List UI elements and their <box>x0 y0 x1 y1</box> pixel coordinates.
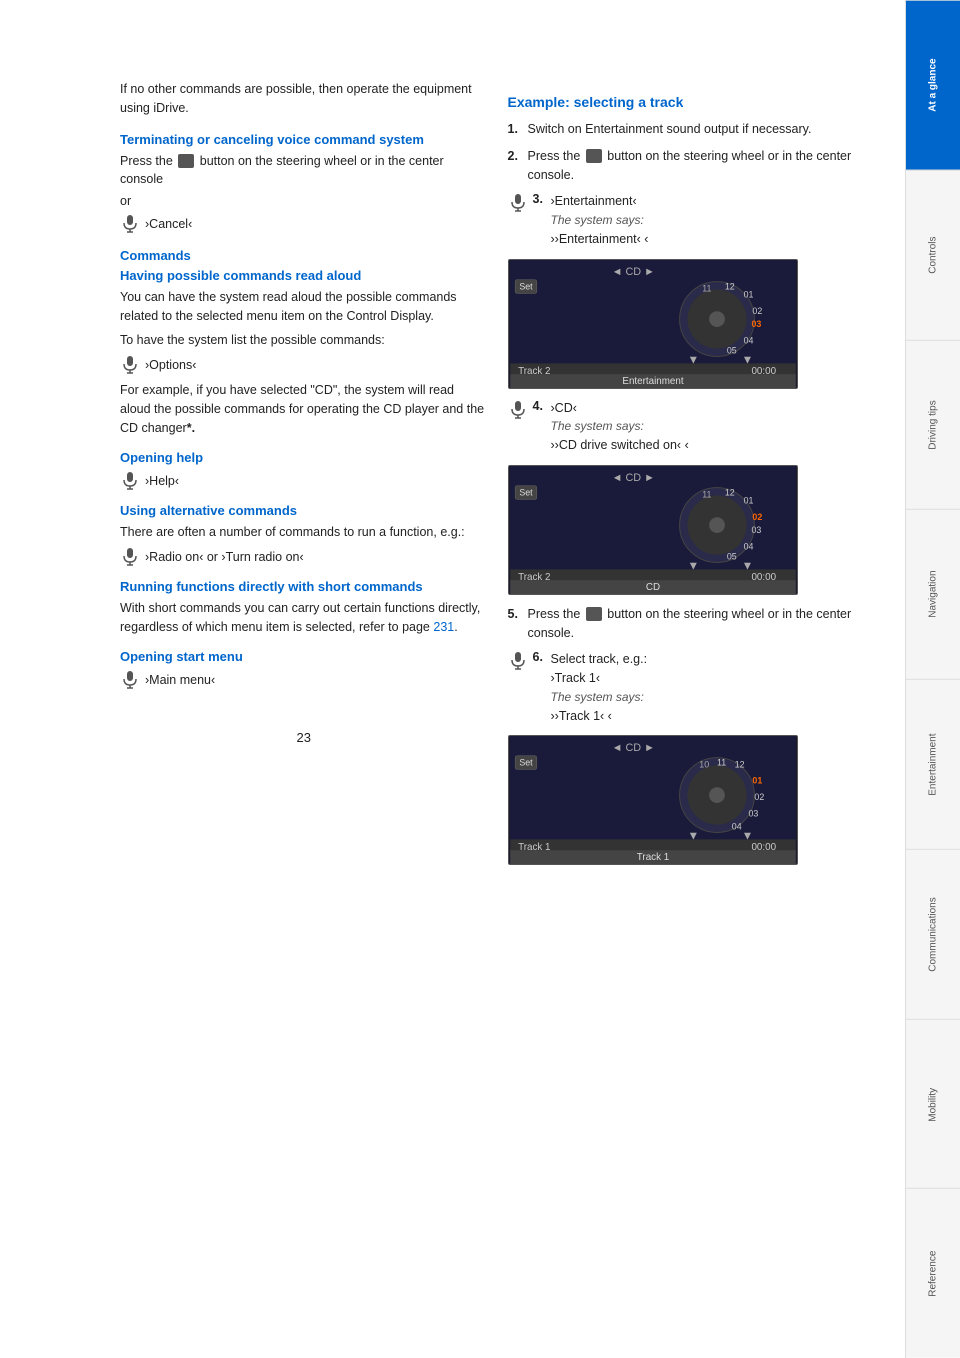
section3-subheading: Opening help <box>120 450 488 465</box>
svg-text:◄ CD ►: ◄ CD ► <box>611 742 654 754</box>
svg-text:01: 01 <box>752 776 762 786</box>
svg-text:02: 02 <box>752 512 762 522</box>
section1-or: or <box>120 194 488 208</box>
svg-text:12: 12 <box>724 487 734 497</box>
mic-icon-3 <box>120 471 140 491</box>
section1-command: ›Cancel‹ <box>120 214 488 234</box>
svg-text:Track 1: Track 1 <box>636 852 668 863</box>
cd-display-2: ◄ CD ► Set 11 12 01 02 03 04 05 ▼ ▼ Trac… <box>508 465 798 595</box>
section3-command: ›Help‹ <box>120 471 488 491</box>
sidebar-tab-controls[interactable]: Controls <box>906 170 960 340</box>
sidebar-tab-reference[interactable]: Reference <box>906 1188 960 1358</box>
svg-text:02: 02 <box>754 792 764 802</box>
svg-text:11: 11 <box>702 489 711 499</box>
svg-text:12: 12 <box>734 760 744 770</box>
cd-display-1: ◄ CD ► Set 11 12 01 02 03 04 05 ▼ ▼ <box>508 259 798 389</box>
right-section-heading: Example: selecting a track <box>508 94 876 110</box>
mic-icon-step6 <box>508 651 528 671</box>
svg-text:CD: CD <box>645 582 659 593</box>
section1-heading: Terminating or canceling voice command s… <box>120 132 488 147</box>
section1-command-text: ›Cancel‹ <box>145 217 192 231</box>
step-3: 3. ›Entertainment‹ The system says: ››En… <box>508 192 876 248</box>
section4-subheading: Using alternative commands <box>120 503 488 518</box>
step-6-content: Select track, e.g.: ›Track 1‹ The system… <box>551 650 648 725</box>
intro-text: If no other commands are possible, then … <box>120 80 488 118</box>
svg-text:◄ CD ►: ◄ CD ► <box>611 472 654 484</box>
svg-text:05: 05 <box>726 345 736 355</box>
section2-subheading: Having possible commands read aloud <box>120 268 488 283</box>
page-number: 23 <box>297 730 311 745</box>
section6-subheading: Opening start menu <box>120 649 488 664</box>
step-6: 6. Select track, e.g.: ›Track 1‹ The sys… <box>508 650 876 725</box>
svg-text:03: 03 <box>751 318 761 328</box>
cd-display-3: ◄ CD ► Set 10 11 12 01 02 03 04 ▼ ▼ Trac… <box>508 735 798 865</box>
section4-command: ›Radio on‹ or ›Turn radio on‹ <box>120 547 488 567</box>
section3-command-text: ›Help‹ <box>145 474 179 488</box>
section5-subheading: Running functions directly with short co… <box>120 579 488 594</box>
mic-icon-2 <box>120 355 140 375</box>
mic-icon-step4 <box>508 400 528 420</box>
section2-command: ›Options‹ <box>120 355 488 375</box>
svg-text:02: 02 <box>752 306 762 316</box>
sidebar-tab-entertainment[interactable]: Entertainment <box>906 679 960 849</box>
step-5: 5. Press the button on the steering whee… <box>508 605 876 643</box>
mic-icon-step3 <box>508 193 528 213</box>
section6-command-text: ›Main menu‹ <box>145 673 215 687</box>
svg-text:01: 01 <box>743 495 753 505</box>
sidebar-tab-at-a-glance[interactable]: At a glance <box>906 0 960 170</box>
svg-text:04: 04 <box>743 335 753 345</box>
step-6-num: 6. <box>533 650 551 664</box>
mic-icon-1 <box>120 214 140 234</box>
section6-command: ›Main menu‹ <box>120 670 488 690</box>
step-2: 2. Press the button on the steering whee… <box>508 147 876 185</box>
svg-text:03: 03 <box>748 809 758 819</box>
step-3-content: ›Entertainment‹ The system says: ››Enter… <box>551 192 649 248</box>
sidebar-tab-navigation[interactable]: Navigation <box>906 509 960 679</box>
step-2-num: 2. <box>508 147 528 185</box>
svg-text:12: 12 <box>724 281 734 291</box>
section4-command-text: ›Radio on‹ or ›Turn radio on‹ <box>145 550 304 564</box>
svg-text:Set: Set <box>519 281 533 291</box>
mic-icon-5 <box>120 670 140 690</box>
section2-text3: For example, if you have selected "CD", … <box>120 381 488 437</box>
step-2-text: Press the button on the steering wheel o… <box>528 147 876 185</box>
step-4-content: ›CD‹ The system says: ››CD drive switche… <box>551 399 689 455</box>
section2-heading: Commands <box>120 248 488 263</box>
step-4: 4. ›CD‹ The system says: ››CD drive swit… <box>508 399 876 455</box>
section2-command-text: ›Options‹ <box>145 358 196 372</box>
svg-text:04: 04 <box>743 541 753 551</box>
svg-text:Entertainment: Entertainment <box>622 376 683 387</box>
svg-text:04: 04 <box>731 822 741 832</box>
step-5-text: Press the button on the steering wheel o… <box>528 605 876 643</box>
step-3-num: 3. <box>533 192 551 206</box>
section2-text1: You can have the system read aloud the p… <box>120 288 488 326</box>
step-1-num: 1. <box>508 120 528 139</box>
section4-text1: There are often a number of commands to … <box>120 523 488 542</box>
mic-icon-4 <box>120 547 140 567</box>
svg-text:05: 05 <box>726 551 736 561</box>
svg-text:11: 11 <box>717 758 726 768</box>
svg-text:11: 11 <box>702 283 711 293</box>
svg-text:◄ CD ►: ◄ CD ► <box>611 265 654 277</box>
svg-text:Set: Set <box>519 487 533 497</box>
svg-text:01: 01 <box>743 289 753 299</box>
step-5-num: 5. <box>508 605 528 643</box>
step-1: 1. Switch on Entertainment sound output … <box>508 120 876 139</box>
section5-text1: With short commands you can carry out ce… <box>120 599 488 637</box>
section1-text1: Press the button on the steering wheel o… <box>120 152 488 190</box>
svg-text:10: 10 <box>699 760 709 770</box>
svg-text:03: 03 <box>751 525 761 535</box>
step-4-num: 4. <box>533 399 551 413</box>
sidebar-tab-mobility[interactable]: Mobility <box>906 1019 960 1189</box>
sidebar-tab-driving-tips[interactable]: Driving tips <box>906 340 960 510</box>
svg-text:Set: Set <box>519 758 533 768</box>
section2-text2: To have the system list the possible com… <box>120 331 488 350</box>
step-1-text: Switch on Entertainment sound output if … <box>528 120 876 139</box>
sidebar-tab-communications[interactable]: Communications <box>906 849 960 1019</box>
